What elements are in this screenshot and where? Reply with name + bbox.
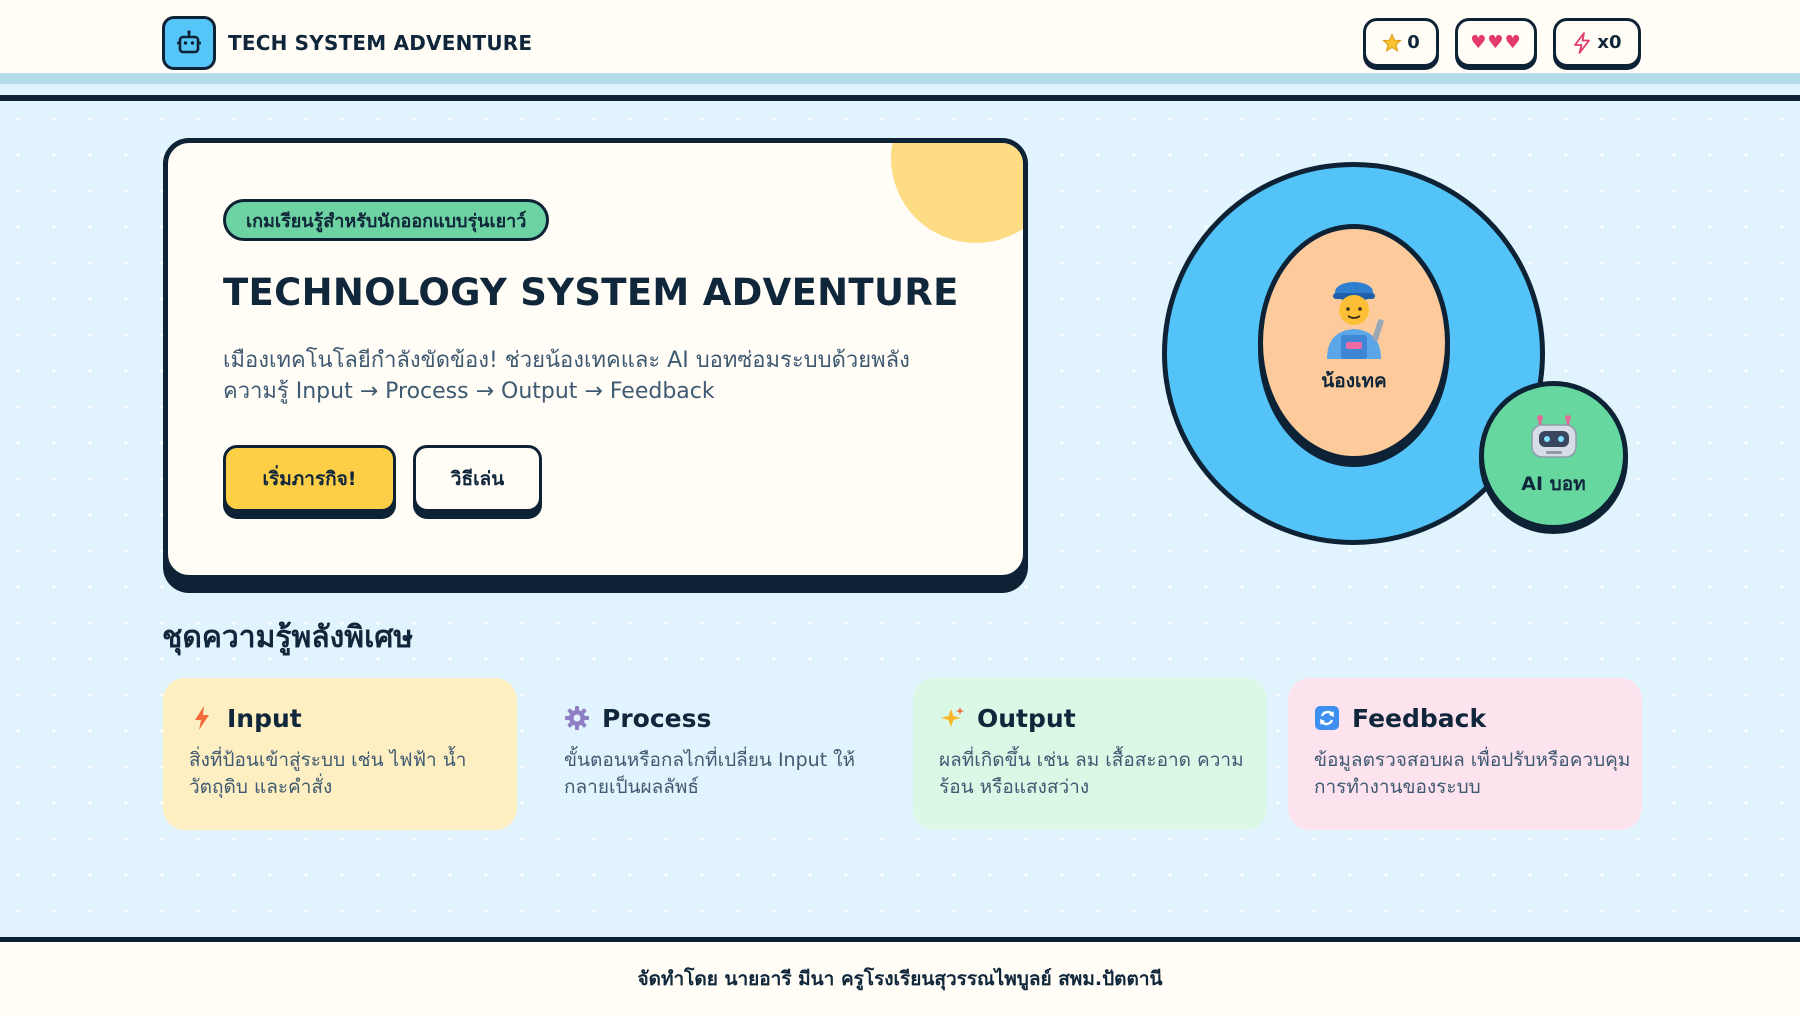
knowledge-card-title: Input (227, 703, 302, 733)
knowledge-card-desc: ผลที่เกิดขึ้น เช่น ลม เสื้อสะอาด ความร้อ… (939, 749, 1244, 798)
knowledge-card-input[interactable]: Input สิ่งที่ป้อนเข้าสู่ระบบ เช่น ไฟฟ้า … (163, 678, 517, 830)
knowledge-card-title: Output (977, 703, 1076, 733)
lightning-icon (1572, 31, 1592, 54)
heart-icon: ♥♥♥ (1470, 32, 1522, 53)
sun-decoration (891, 143, 1023, 243)
hero-badge: เกมเรียนรู้สำหรับนักออกแบบรุ่นเยาว์ (223, 199, 550, 241)
knowledge-card-feedback[interactable]: Feedback ข้อมูลตรวจสอบผล เพื่อปรับหรือคว… (1288, 678, 1642, 830)
hero-title: TECHNOLOGY SYSTEM ADVENTURE (223, 271, 959, 314)
robot-icon (162, 16, 216, 70)
footer: จัดทำโดย นายอารี มีนา ครูโรงเรียนสุวรรณไ… (0, 937, 1800, 1016)
bot-name: AI บอท (1521, 473, 1586, 495)
brand[interactable]: TECH SYSTEM ADVENTURE (162, 16, 532, 70)
bot-avatar[interactable] (1479, 381, 1628, 530)
top-bar: TECH SYSTEM ADVENTURE 0 ♥♥♥ x0 (0, 0, 1800, 84)
knowledge-card-process[interactable]: Process ขั้นตอนหรือกลไกที่เปลี่ยน Input … (538, 678, 892, 830)
knowledge-card-desc: ข้อมูลตรวจสอบผล เพื่อปรับหรือควบคุมการทำ… (1314, 749, 1631, 798)
score-badge: 0 (1363, 18, 1439, 67)
start-mission-button[interactable]: เริ่มภารกิจ! (223, 445, 396, 512)
sparkles-icon (939, 705, 965, 731)
knowledge-card-output[interactable]: Output ผลที่เกิดขึ้น เช่น ลม เสื้อสะอาด … (913, 678, 1267, 830)
knowledge-card-desc: ขั้นตอนหรือกลไกที่เปลี่ยน Input ให้กลายเ… (564, 749, 855, 798)
gear-icon (564, 705, 590, 731)
combo-value: x0 (1597, 32, 1622, 53)
score-value: 0 (1407, 32, 1420, 53)
mechanic-name: น้องเทค (1321, 370, 1387, 392)
knowledge-card-title: Feedback (1352, 703, 1487, 733)
mechanic-icon (1327, 282, 1384, 359)
robot-icon (1531, 415, 1577, 458)
footer-credit: จัดทำโดย นายอารี มีนา ครูโรงเรียนสุวรรณไ… (637, 968, 1163, 990)
mechanic-avatar[interactable] (1258, 224, 1450, 461)
lightning-icon (189, 705, 215, 731)
hero-card: เกมเรียนรู้สำหรับนักออกแบบรุ่นเยาว์ TECH… (163, 138, 1028, 580)
knowledge-card-desc: สิ่งที่ป้อนเข้าสู่ระบบ เช่น ไฟฟ้า น้ำ วั… (189, 749, 467, 798)
refresh-icon (1314, 705, 1340, 731)
how-to-play-button[interactable]: วิธีเล่น (413, 445, 542, 512)
stats-bar: 0 ♥♥♥ x0 (1363, 18, 1641, 67)
knowledge-card-title: Process (602, 703, 712, 733)
app-title: TECH SYSTEM ADVENTURE (228, 31, 533, 55)
hero-description: เมืองเทคโนโลยีกำลังขัดข้อง! ช่วยน้องเทคแ… (223, 348, 910, 404)
combo-badge: x0 (1553, 18, 1641, 67)
knowledge-section-title: ชุดความรู้พลังพิเศษ (162, 620, 414, 655)
lives-badge: ♥♥♥ (1455, 18, 1537, 67)
star-icon (1382, 32, 1403, 53)
